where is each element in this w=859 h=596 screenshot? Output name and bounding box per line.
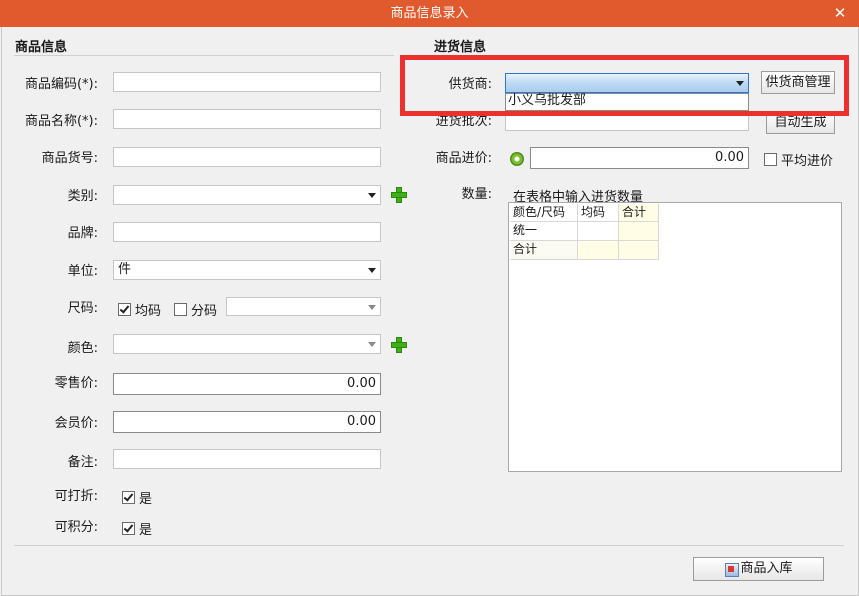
unit-select[interactable]: 件 <box>113 260 381 280</box>
discountable-label: 可打折: <box>54 489 98 504</box>
close-icon[interactable]: ✕ <box>831 0 849 27</box>
stock-in-label: 商品入库 <box>740 561 793 576</box>
size-split-checkbox[interactable] <box>174 303 187 316</box>
size-uniform-label: 均码 <box>135 304 162 319</box>
brand-label: 品牌: <box>67 226 98 241</box>
cost-price-input[interactable]: 0.00 <box>530 147 749 169</box>
grid-header-cell: 合计 <box>619 204 659 222</box>
remark-label: 备注: <box>67 455 98 470</box>
grid-total-cell <box>619 241 659 260</box>
cost-price-label: 商品进价: <box>435 151 492 166</box>
stock-in-button[interactable]: 商品入库 <box>693 557 824 581</box>
goods-code-label: 商品编码(*): <box>24 77 98 92</box>
goods-code-input[interactable] <box>113 72 381 92</box>
unit-value: 件 <box>118 262 132 277</box>
grid-total-cell <box>619 222 659 241</box>
size-split-label: 分码 <box>191 304 218 319</box>
size-label: 尺码: <box>67 301 98 316</box>
add-category-icon[interactable] <box>390 186 407 203</box>
chevron-down-icon <box>368 305 376 310</box>
average-cost-checkbox[interactable] <box>764 153 777 166</box>
chevron-down-icon <box>368 342 376 347</box>
goods-info-title: 商品信息 <box>15 40 68 55</box>
discountable-value: 是 <box>139 492 153 507</box>
discountable-checkbox[interactable] <box>122 491 135 504</box>
goods-name-label: 商品名称(*): <box>24 114 98 129</box>
points-checkbox[interactable] <box>122 522 135 535</box>
category-label: 类别: <box>67 189 98 204</box>
retail-price-label: 零售价: <box>54 376 98 391</box>
color-label: 颜色: <box>67 341 98 356</box>
window-title: 商品信息录入 <box>390 6 469 21</box>
article-no-input[interactable] <box>113 147 381 167</box>
grid-row-label: 合计 <box>510 241 578 260</box>
chevron-down-icon <box>368 268 376 273</box>
average-cost-label: 平均进价 <box>781 154 834 169</box>
goods-name-input[interactable] <box>113 109 381 129</box>
retail-price-input[interactable]: 0.00 <box>113 373 381 395</box>
brand-input[interactable] <box>113 222 381 242</box>
stock-in-icon <box>725 563 739 577</box>
member-price-input[interactable]: 0.00 <box>113 411 381 433</box>
grid-header-cell: 均码 <box>578 204 619 222</box>
grid-row-label: 统一 <box>510 222 578 241</box>
category-select[interactable] <box>113 185 381 205</box>
title-bar: 商品信息录入 ✕ <box>0 0 859 27</box>
article-no-label: 商品货号: <box>41 151 98 166</box>
remark-input[interactable] <box>113 449 381 469</box>
goods-info-divider <box>14 55 394 56</box>
points-label: 可积分: <box>54 520 98 535</box>
unit-label: 单位: <box>67 264 98 279</box>
color-select[interactable] <box>113 334 381 354</box>
quantity-grid[interactable]: 颜色/尺码 均码 合计 统一 合计 <box>508 202 842 472</box>
dialog-body: 商品信息 商品编码(*): 商品名称(*): 商品货号: 类别: 品牌: 单位:… <box>1 27 859 596</box>
highlight-box <box>400 55 849 116</box>
purchase-info-title: 进货信息 <box>434 40 487 55</box>
grid-total-cell <box>578 241 619 260</box>
add-color-icon[interactable] <box>390 336 407 353</box>
size-uniform-checkbox[interactable] <box>118 303 131 316</box>
size-group-select[interactable] <box>226 297 381 316</box>
member-price-label: 会员价: <box>54 416 98 431</box>
points-value: 是 <box>139 523 153 538</box>
footer-divider <box>14 545 844 546</box>
grid-header-cell: 颜色/尺码 <box>510 204 578 222</box>
chevron-down-icon <box>368 193 376 198</box>
gear-icon[interactable] <box>510 152 524 166</box>
grid-cell[interactable] <box>578 222 619 241</box>
quantity-label: 数量: <box>461 187 492 202</box>
